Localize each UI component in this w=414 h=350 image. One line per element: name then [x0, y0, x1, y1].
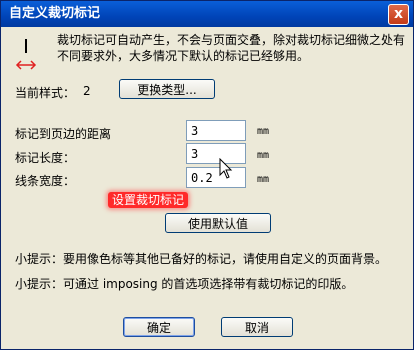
- current-style-label: 当前样式：: [15, 86, 76, 100]
- hint-text-2: 小提示：可通过 imposing 的首选项选择带有裁切标记的印版。: [15, 277, 354, 291]
- current-style-value: 2: [83, 84, 91, 98]
- change-type-button[interactable]: 更换类型...: [119, 79, 215, 99]
- cancel-button[interactable]: 取消: [221, 317, 293, 337]
- crop-mark-icon: [15, 39, 37, 70]
- info-text: 裁切标记可自动产生，不会与页面交叠，除对裁切标记细微之处有不同要求外，大多情况下…: [57, 33, 406, 63]
- ok-button[interactable]: 确定: [123, 317, 195, 337]
- tooltip-set-crop-marks: 设置裁切标记: [108, 192, 189, 208]
- use-defaults-button[interactable]: 使用默认值: [165, 213, 271, 233]
- margin-distance-input[interactable]: [186, 120, 246, 141]
- dialog-window: 自定义裁切标记 x 裁切标记可自动产生，不会与页面交叠，除对裁切标记细微之处有不…: [0, 0, 414, 350]
- mouse-cursor-icon: [219, 158, 233, 179]
- line-width-unit: mm: [257, 174, 270, 185]
- line-width-label: 线条宽度：: [15, 174, 76, 188]
- hint-text-1: 小提示：要用像色标等其他已备好的标记，请使用自定义的页面背景。: [15, 252, 388, 266]
- mark-length-unit: mm: [257, 150, 270, 161]
- title-bar[interactable]: 自定义裁切标记 x: [1, 1, 413, 27]
- margin-distance-unit: mm: [257, 126, 270, 137]
- close-button[interactable]: x: [388, 4, 409, 25]
- line-width-input[interactable]: [186, 167, 246, 188]
- close-icon: x: [393, 6, 404, 22]
- mark-length-label: 标记长度：: [15, 151, 76, 165]
- window-title: 自定义裁切标记: [9, 6, 101, 21]
- margin-distance-label: 标记到页边的距离: [15, 127, 112, 141]
- mark-length-input[interactable]: [186, 143, 246, 164]
